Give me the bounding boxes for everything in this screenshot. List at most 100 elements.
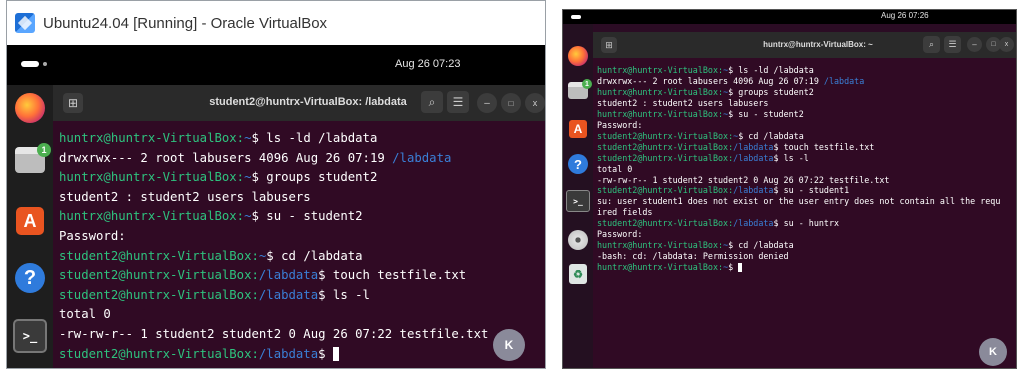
trash-icon[interactable]: ♻ bbox=[569, 264, 587, 284]
terminal-line: ired fields bbox=[597, 207, 1000, 218]
terminal-output: huntrx@huntrx-VirtualBox:~$ ls -ld /labd… bbox=[59, 129, 488, 364]
terminal-line: -bash: cd: /labdata: Permission denied bbox=[597, 251, 1000, 262]
terminal-title: student2@huntrx-VirtualBox: /labdata bbox=[209, 96, 407, 108]
dock-badge: 1 bbox=[582, 79, 592, 89]
terminal-icon[interactable]: >_ bbox=[13, 319, 47, 353]
prompt-user: huntrx@huntrx-VirtualBox: bbox=[597, 108, 724, 119]
output-dir-name: /labdata bbox=[392, 150, 452, 165]
terminal-line: Password: bbox=[59, 227, 488, 247]
command-text: $ su - student2 bbox=[251, 209, 363, 224]
prompt-user: huntrx@huntrx-VirtualBox: bbox=[59, 209, 245, 224]
minimize-icon[interactable]: – bbox=[967, 37, 982, 52]
terminal-line: student2@huntrx-VirtualBox:~$ cd /labdat… bbox=[59, 247, 488, 267]
minimize-icon[interactable]: – bbox=[477, 93, 497, 113]
output-text: ired fields bbox=[597, 207, 653, 218]
prompt-user: student2@huntrx-VirtualBox: bbox=[597, 185, 734, 196]
command-text: $ ls -ld /labdata bbox=[728, 65, 814, 75]
text-cursor bbox=[332, 347, 339, 362]
terminal-line: -rw-rw-r-- 1 student2 student2 0 Aug 26 … bbox=[597, 175, 1000, 186]
top-bar-clock[interactable]: Aug 26 07:23 bbox=[395, 58, 460, 70]
app-center-icon[interactable]: A bbox=[569, 120, 587, 138]
output-text: -bash: cd: /labdata: Permission denied bbox=[597, 251, 789, 262]
text-cursor bbox=[738, 263, 743, 273]
prompt-path: /labdata bbox=[258, 287, 319, 302]
k-badge[interactable]: K bbox=[979, 338, 1007, 366]
new-tab-icon[interactable]: ⊞ bbox=[63, 93, 83, 113]
command-text: $ groups student2 bbox=[251, 170, 378, 185]
help-icon[interactable]: ? bbox=[15, 263, 45, 293]
dock: 1 A ? >_ ♻ bbox=[563, 24, 593, 368]
search-icon[interactable]: ⌕ bbox=[923, 36, 940, 53]
terminal-line: huntrx@huntrx-VirtualBox:~$ ls -ld /labd… bbox=[59, 129, 488, 149]
output-text: Password: bbox=[597, 229, 643, 240]
terminal-line: total 0 bbox=[597, 164, 1000, 175]
command-text: $ cd /labdata bbox=[728, 240, 794, 251]
prompt-user: student2@huntrx-VirtualBox: bbox=[597, 218, 734, 229]
firefox-icon[interactable] bbox=[568, 46, 588, 66]
new-tab-icon[interactable]: ⊞ bbox=[601, 37, 617, 53]
command-text: $ su - student2 bbox=[728, 108, 804, 119]
prompt-user: huntrx@huntrx-VirtualBox: bbox=[597, 65, 724, 75]
close-icon[interactable]: x bbox=[999, 37, 1014, 52]
prompt-user: student2@huntrx-VirtualBox: bbox=[59, 248, 259, 263]
prompt-path: ~ bbox=[244, 131, 252, 145]
output-text: student2 : student2 users labusers bbox=[597, 97, 769, 108]
hamburger-menu-icon[interactable]: ☰ bbox=[447, 91, 469, 113]
activities-indicator-icon[interactable] bbox=[21, 61, 47, 67]
close-icon[interactable]: x bbox=[525, 93, 545, 113]
help-icon[interactable]: ? bbox=[568, 154, 588, 174]
dock: 1 A ? >_ bbox=[7, 85, 53, 368]
prompt-path: /labdata bbox=[258, 268, 319, 283]
terminal-line: student2@huntrx-VirtualBox:/labdata$ ls … bbox=[59, 286, 488, 306]
terminal-line: student2@huntrx-VirtualBox:/labdata$ ls … bbox=[597, 153, 1000, 164]
terminal-line: Password: bbox=[597, 120, 1000, 131]
hamburger-menu-icon[interactable]: ☰ bbox=[944, 36, 961, 53]
terminal-window[interactable]: ⊞ student2@huntrx-VirtualBox: /labdata ⌕… bbox=[53, 85, 545, 368]
terminal-line: student2 : student2 users labusers bbox=[59, 188, 488, 208]
output-text: total 0 bbox=[59, 307, 111, 322]
output-text: drwxrwx--- 2 root labusers 4096 Aug 26 0… bbox=[59, 150, 393, 165]
output-text: student2 : student2 users labusers bbox=[59, 189, 311, 204]
terminal-header-bar: ⊞ huntrx@huntrx-VirtualBox: ~ ⌕ ☰ – □ x bbox=[593, 32, 1016, 58]
app-center-icon[interactable]: A bbox=[16, 207, 44, 235]
command-text: $ cd /labdata bbox=[266, 248, 363, 263]
command-text: $ bbox=[318, 346, 333, 361]
prompt-path: ~ bbox=[244, 170, 252, 185]
terminal-header-bar: ⊞ student2@huntrx-VirtualBox: /labdata ⌕… bbox=[53, 85, 545, 121]
prompt-user: student2@huntrx-VirtualBox: bbox=[59, 268, 259, 283]
gnome-top-bar: Aug 26 07:26 bbox=[563, 10, 1016, 24]
firefox-icon[interactable] bbox=[15, 93, 45, 123]
terminal-title: huntrx@huntrx-VirtualBox: ~ bbox=[763, 40, 873, 49]
terminal-line: huntrx@huntrx-VirtualBox:~$ su - student… bbox=[597, 109, 1000, 120]
prompt-user: huntrx@huntrx-VirtualBox: bbox=[59, 170, 245, 185]
terminal-line: drwxrwx--- 2 root labusers 4096 Aug 26 0… bbox=[59, 149, 488, 169]
terminal-window[interactable]: ⊞ huntrx@huntrx-VirtualBox: ~ ⌕ ☰ – □ x … bbox=[593, 32, 1016, 368]
terminal-line: huntrx@huntrx-VirtualBox:~$ su - student… bbox=[59, 207, 488, 227]
terminal-line: huntrx@huntrx-VirtualBox:~$ groups stude… bbox=[59, 168, 488, 188]
left-screenshot: Ubuntu24.04 [Running] - Oracle VirtualBo… bbox=[6, 0, 546, 369]
terminal-line: total 0 bbox=[59, 305, 488, 325]
prompt-path: /labdata bbox=[733, 185, 774, 196]
prompt-path: /labdata bbox=[733, 152, 774, 163]
terminal-line: student2@huntrx-VirtualBox:/labdata$ su … bbox=[597, 218, 1000, 229]
prompt-path: /labdata bbox=[733, 141, 774, 152]
terminal-icon[interactable]: >_ bbox=[566, 190, 590, 212]
k-badge[interactable]: K bbox=[493, 329, 525, 361]
search-icon[interactable]: ⌕ bbox=[421, 91, 443, 113]
output-text: -rw-rw-r-- 1 student2 student2 0 Aug 26 … bbox=[597, 174, 890, 185]
virtualbox-logo-icon bbox=[15, 13, 35, 33]
terminal-line: huntrx@huntrx-VirtualBox:~$ bbox=[597, 262, 1000, 273]
output-text: total 0 bbox=[597, 163, 633, 174]
terminal-line: huntrx@huntrx-VirtualBox:~$ ls -ld /labd… bbox=[597, 65, 1000, 76]
command-text: $ touch testfile.txt bbox=[318, 268, 467, 283]
terminal-line: Password: bbox=[597, 229, 1000, 240]
terminal-output: huntrx@huntrx-VirtualBox:~$ ls -ld /labd… bbox=[597, 65, 1000, 273]
disc-icon[interactable] bbox=[568, 230, 588, 250]
prompt-path: ~ bbox=[244, 209, 252, 224]
activities-indicator-icon[interactable] bbox=[571, 15, 581, 19]
top-bar-clock[interactable]: Aug 26 07:26 bbox=[881, 11, 929, 20]
prompt-user: student2@huntrx-VirtualBox: bbox=[597, 152, 734, 163]
maximize-icon[interactable]: □ bbox=[501, 93, 521, 113]
terminal-line: huntrx@huntrx-VirtualBox:~$ groups stude… bbox=[597, 87, 1000, 98]
terminal-line: student2@huntrx-VirtualBox:~$ cd /labdat… bbox=[597, 131, 1000, 142]
